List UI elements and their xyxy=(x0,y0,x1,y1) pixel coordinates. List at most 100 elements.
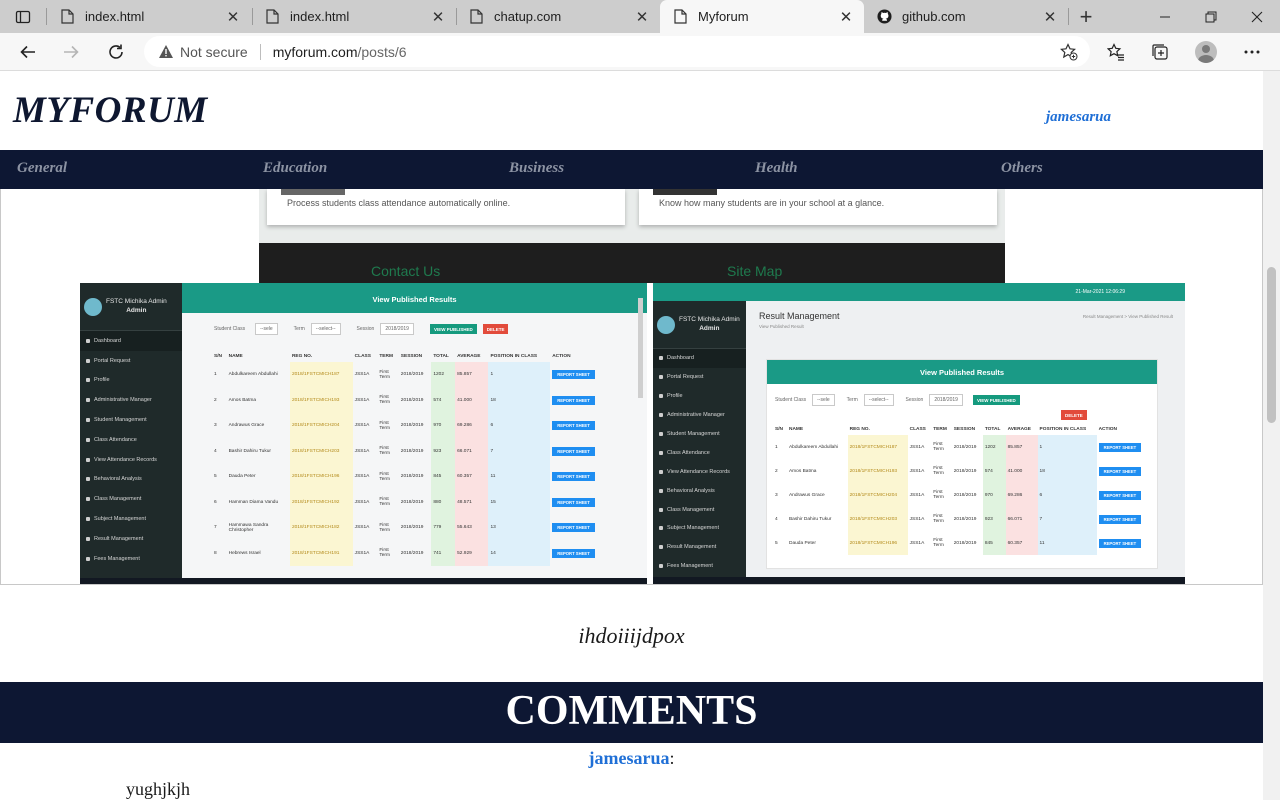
table-cell: 85.857 xyxy=(1005,435,1038,459)
table-cell: 779 xyxy=(431,515,456,541)
close-tab-icon[interactable]: ✕ xyxy=(836,7,856,27)
table-cell: 2018/2019 xyxy=(399,515,432,541)
site-logo[interactable]: MYFORUM xyxy=(13,89,208,132)
table-cell: Dauda Peter xyxy=(787,531,848,555)
comment-author-link[interactable]: jamesarua xyxy=(589,748,670,768)
cell-value: 11 xyxy=(1039,540,1045,546)
user-profile-link[interactable]: jamesarua xyxy=(1046,109,1111,126)
cell-value: Amos Batma xyxy=(228,397,257,403)
close-tab-icon[interactable]: ✕ xyxy=(428,7,448,27)
nav-education[interactable]: Education xyxy=(263,160,327,177)
settings-menu-button[interactable] xyxy=(1236,36,1268,68)
report-sheet-button: REPORT SHEET xyxy=(1098,442,1142,452)
column-header: TERM xyxy=(933,427,947,432)
cell-value: 2018/1FSTCMICH203 xyxy=(291,448,340,454)
new-tab-button[interactable]: + xyxy=(1070,0,1102,33)
column-header: ACTION xyxy=(1098,427,1117,432)
more-icon xyxy=(1244,50,1260,54)
cell-value: 2018/1FSTCMICH187 xyxy=(849,444,898,450)
table-cell: 923 xyxy=(982,507,1006,531)
tab-actions-button[interactable] xyxy=(0,0,46,33)
table-cell: JSS1A xyxy=(353,490,378,516)
table-cell: 7 xyxy=(212,515,227,541)
cell-value: 4 xyxy=(775,516,778,522)
nav-others[interactable]: Others xyxy=(1001,160,1043,177)
table-cell: 1 xyxy=(488,362,551,388)
nav-health[interactable]: Health xyxy=(755,160,798,177)
table-cell: 11 xyxy=(1037,531,1097,555)
tab-index-html-2[interactable]: index.html ✕ xyxy=(252,0,456,33)
sidebar-user-role: Admin xyxy=(126,306,147,314)
cell-value: 41.000 xyxy=(1007,468,1023,474)
back-button[interactable] xyxy=(12,36,44,68)
cell-value: 2018/2019 xyxy=(953,468,977,474)
card-thumbnail xyxy=(653,189,717,195)
scrollbar-thumb[interactable] xyxy=(1267,267,1276,423)
tab-index-html-1[interactable]: index.html ✕ xyxy=(47,0,251,33)
cell-value: 3 xyxy=(775,492,778,498)
table-cell: 66.071 xyxy=(455,438,489,464)
column-header: TOTAL xyxy=(984,427,1001,432)
report-sheet-button: REPORT SHEET xyxy=(552,446,595,456)
favorites-button[interactable] xyxy=(1100,36,1132,68)
sidebar-item: Fees Management xyxy=(80,549,182,569)
tab-myforum[interactable]: Myforum ✕ xyxy=(660,0,864,33)
tab-github[interactable]: github.com ✕ xyxy=(864,0,1068,33)
table-cell: REPORT SHEET xyxy=(550,515,607,541)
cell-value: 2018/2019 xyxy=(400,448,424,454)
forward-button[interactable] xyxy=(55,36,87,68)
cell-value: 5 xyxy=(775,540,778,546)
table-cell: Andrawus Grace xyxy=(787,483,848,507)
table-cell: 2018/1FSTCMICH193 xyxy=(847,459,908,483)
cell-value: 2 xyxy=(214,397,217,403)
minimize-button[interactable] xyxy=(1142,0,1188,33)
table-cell: 2018/2019 xyxy=(952,507,983,531)
close-tab-icon[interactable]: ✕ xyxy=(223,7,243,27)
comments-header: COMMENTS xyxy=(0,682,1263,743)
table-cell: 41.000 xyxy=(455,387,489,413)
cell-value: Abdulkareem Abdullahi xyxy=(228,372,278,378)
close-window-button[interactable] xyxy=(1234,0,1280,33)
inner-scrollbar xyxy=(638,298,643,398)
add-favorite-icon[interactable] xyxy=(1060,43,1078,61)
address-bar[interactable]: Not secure myforum.com/posts/6 xyxy=(144,36,1090,67)
delete-btn: DELETE xyxy=(1061,410,1087,420)
tab-chatup[interactable]: chatup.com ✕ xyxy=(456,0,660,33)
table-cell: REPORT SHEET xyxy=(550,541,607,567)
cell-value: Andrawus Grace xyxy=(228,423,265,429)
table-cell: 6 xyxy=(488,413,551,439)
table-cell: 14 xyxy=(488,540,551,566)
cell-value: JSS1A xyxy=(354,474,370,480)
cell-value: 6 xyxy=(1039,492,1043,498)
nav-general[interactable]: General xyxy=(17,160,67,177)
cell-value: JSS1A xyxy=(354,397,370,403)
cell-value: 15 xyxy=(490,499,496,505)
table-cell: 1202 xyxy=(982,435,1006,459)
cell-value: 1 xyxy=(490,372,494,378)
page-heading: Result Management xyxy=(759,311,840,321)
close-tab-icon[interactable]: ✕ xyxy=(1040,7,1060,27)
restore-button[interactable] xyxy=(1188,0,1234,33)
post-image: Process students class attendance automa… xyxy=(0,189,1263,585)
table-cell: 15 xyxy=(488,489,551,515)
page-scrollbar[interactable] xyxy=(1263,71,1280,800)
column-header: CLASS xyxy=(354,354,371,359)
cell-value: First Term xyxy=(379,522,391,533)
table-cell: 2018/1FSTCMICH187 xyxy=(289,362,353,388)
table-cell: REPORT SHEET xyxy=(550,413,607,439)
table-cell: 2018/1FSTCMICH187 xyxy=(847,435,908,459)
session-select: 2018/2019 xyxy=(380,323,414,335)
refresh-button[interactable] xyxy=(100,36,132,68)
table-cell: Andrawus Grace xyxy=(227,413,290,439)
filter-label: Student Class xyxy=(214,326,246,332)
table-cell: REPORT SHEET xyxy=(1097,483,1151,507)
table-header-row: S/N NAME REG NO. CLASS TERM SESSION TOTAL AVERA… xyxy=(773,424,1151,435)
nav-business[interactable]: Business xyxy=(509,160,564,177)
close-tab-icon[interactable]: ✕ xyxy=(632,7,652,27)
security-status[interactable]: Not secure xyxy=(180,44,248,60)
tab-separator xyxy=(1068,8,1069,25)
column-header: AVERAGE xyxy=(1007,427,1031,432)
collections-button[interactable] xyxy=(1144,36,1176,68)
profile-button[interactable] xyxy=(1190,36,1222,68)
feature-card-text: Process students class attendance automa… xyxy=(287,198,511,208)
